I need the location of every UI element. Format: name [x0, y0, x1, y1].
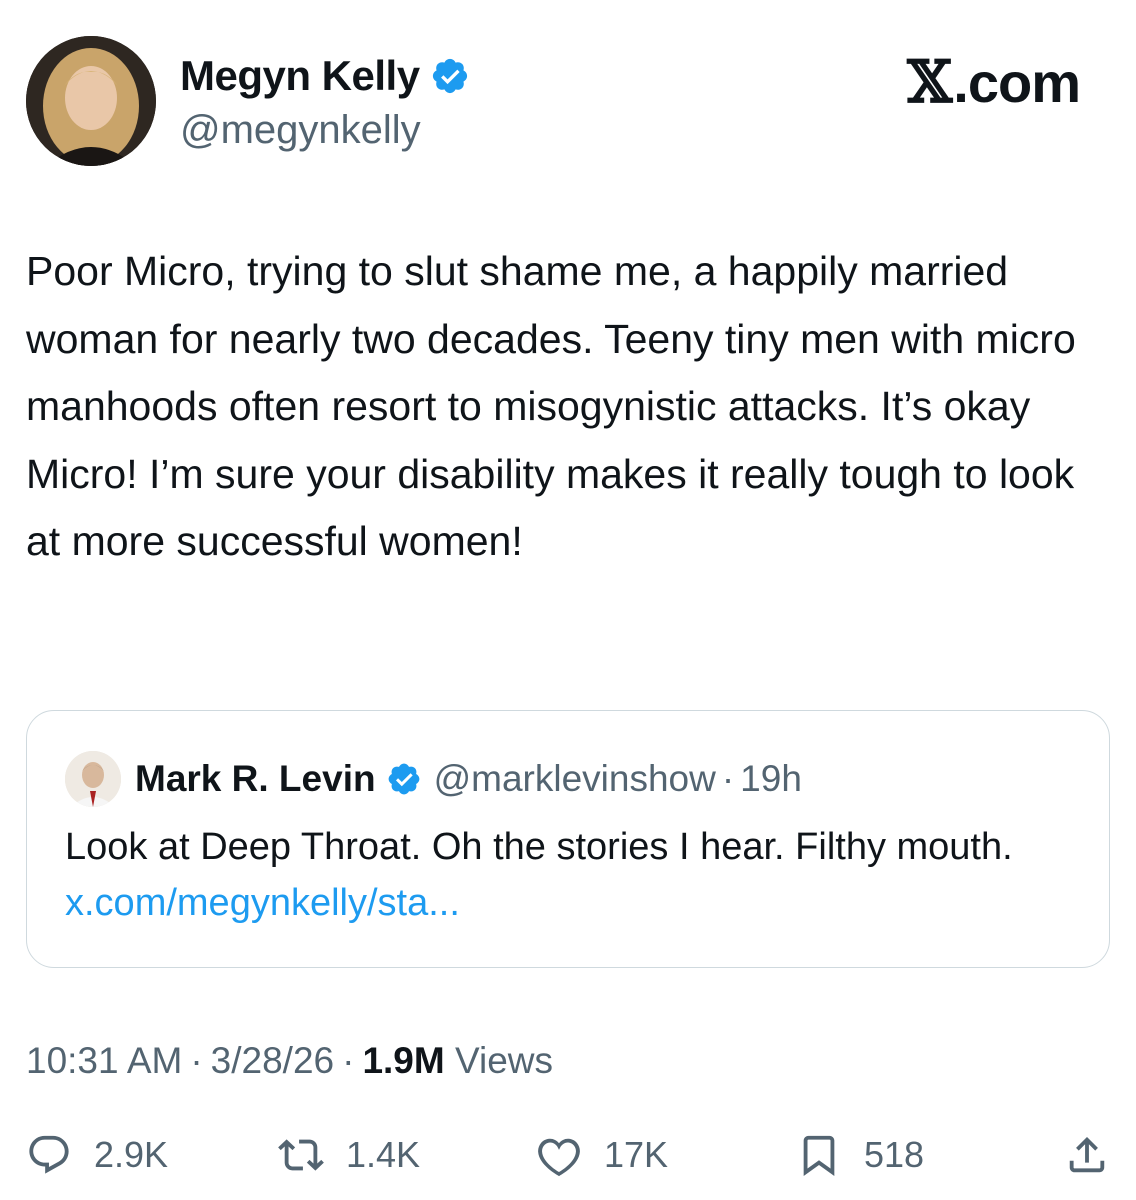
- quoted-tweet-link[interactable]: x.com/megynkelly/sta...: [65, 882, 460, 924]
- quoted-tweet-body: Look at Deep Throat. Oh the stories I he…: [65, 826, 1013, 868]
- author-handle[interactable]: @megynkelly: [180, 108, 421, 153]
- tweet-time[interactable]: 10:31 AM: [26, 1040, 182, 1081]
- separator-dot: ·: [342, 1040, 355, 1081]
- repost-button[interactable]: 1.4K: [278, 1132, 420, 1178]
- reply-icon: [29, 1135, 69, 1174]
- x-logo-text: .com: [953, 50, 1081, 114]
- bookmark-icon: [803, 1135, 835, 1176]
- tweet-meta: 10:31 AM · 3/28/26 · 1.9M Views: [26, 1040, 553, 1082]
- quoted-tweet-time[interactable]: 19h: [740, 758, 802, 800]
- heart-icon: [538, 1138, 580, 1177]
- quoted-tweet-header: Mark R. Levin @marklevinshow · 19h: [65, 751, 802, 807]
- quoted-author-avatar[interactable]: [65, 751, 121, 807]
- share-icon: [1069, 1136, 1105, 1173]
- separator-dot: ·: [190, 1040, 203, 1081]
- verified-badge-icon: [388, 763, 419, 795]
- share-button[interactable]: [1064, 1132, 1110, 1183]
- tweet-date[interactable]: 3/28/26: [211, 1040, 334, 1081]
- quoted-author-name[interactable]: Mark R. Levin: [135, 758, 376, 800]
- separator-dot: ·: [721, 758, 735, 799]
- bookmark-count: 518: [864, 1134, 925, 1175]
- reply-button[interactable]: 2.9K: [26, 1132, 168, 1178]
- author-name[interactable]: Megyn Kelly: [180, 52, 420, 100]
- views-label: Views: [455, 1040, 554, 1081]
- like-count: 17K: [604, 1134, 669, 1175]
- author-avatar[interactable]: [26, 36, 156, 166]
- repost-icon: [278, 1139, 324, 1171]
- like-button[interactable]: 17K: [536, 1132, 668, 1178]
- quoted-author-handle[interactable]: @marklevinshow: [434, 758, 716, 800]
- verified-badge-icon: [432, 58, 467, 94]
- repost-count: 1.4K: [346, 1134, 421, 1175]
- tweet-header: Megyn Kelly @megynkelly 𝕏 .com: [26, 36, 1110, 168]
- reply-count: 2.9K: [94, 1134, 169, 1175]
- action-bar: 2.9K 1.4K 17K 518: [26, 1132, 1110, 1188]
- quoted-tweet-text: Look at Deep Throat. Oh the stories I he…: [65, 819, 1065, 931]
- views-count: 1.9M: [362, 1040, 445, 1081]
- quoted-tweet-card[interactable]: Mark R. Levin @marklevinshow · 19h Look …: [26, 710, 1110, 968]
- x-com-logo: 𝕏 .com: [907, 48, 1081, 116]
- tweet-text: Poor Micro, trying to slut shame me, a h…: [26, 248, 1076, 564]
- bookmark-button[interactable]: 518: [796, 1132, 924, 1178]
- x-logo-icon: 𝕏: [907, 48, 952, 116]
